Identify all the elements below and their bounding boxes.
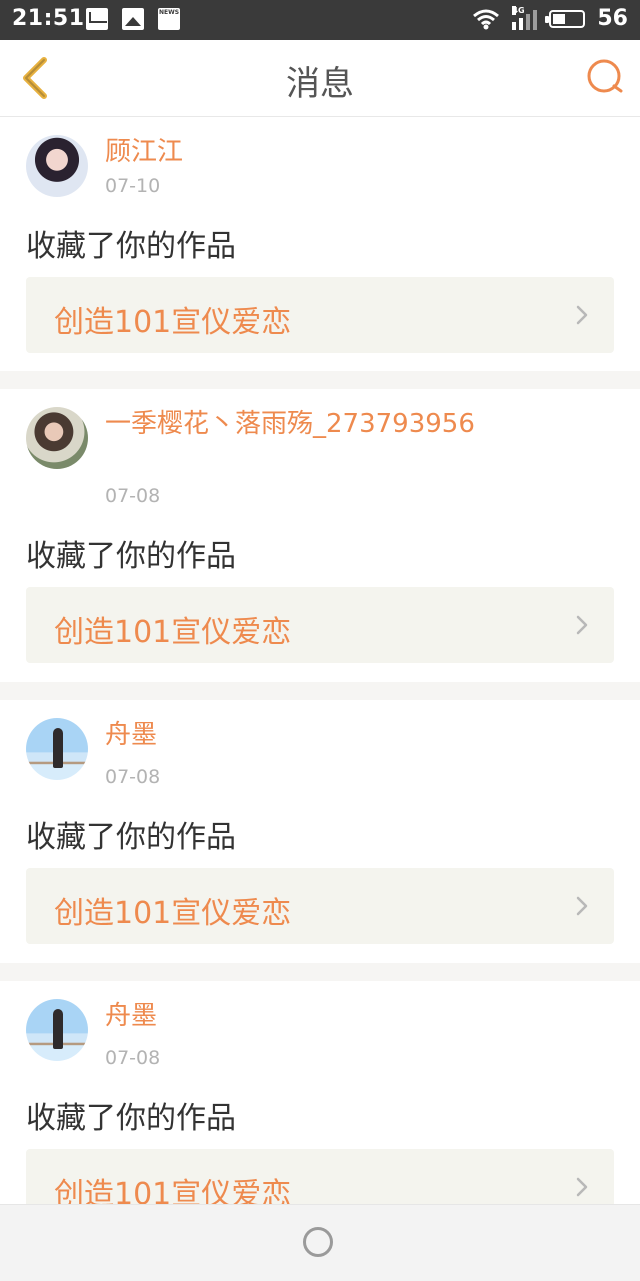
divider	[0, 371, 640, 389]
mail-icon	[86, 8, 108, 30]
message-date: 07-08	[105, 766, 161, 788]
message-action: 收藏了你的作品	[26, 820, 236, 855]
chevron-right-icon	[572, 892, 592, 920]
work-title: 创造101宣仪爱恋	[54, 896, 292, 931]
message-list[interactable]: 顾江江 07-10 收藏了你的作品 创造101宣仪爱恋 一季樱花丶落雨殇_273…	[0, 117, 640, 1204]
image-icon	[122, 8, 144, 30]
message-card: 舟墨 07-08 收藏了你的作品 创造101宣仪爱恋	[0, 700, 640, 963]
network-label: 4G	[512, 5, 525, 15]
battery-level: 56	[597, 6, 628, 31]
chevron-right-icon	[572, 1173, 592, 1201]
work-link[interactable]: 创造101宣仪爱恋	[26, 868, 614, 944]
divider	[0, 682, 640, 700]
message-date: 07-10	[105, 175, 161, 197]
message-card: 一季樱花丶落雨殇_273793956 07-08 收藏了你的作品 创造101宣仪…	[0, 389, 640, 682]
home-button[interactable]	[303, 1227, 333, 1257]
user-name[interactable]: 一季樱花丶落雨殇_273793956	[105, 409, 545, 439]
work-link[interactable]: 创造101宣仪爱恋	[26, 1149, 614, 1204]
chevron-right-icon	[572, 301, 592, 329]
status-bar: 21:51 NEWS 4G 56	[0, 0, 640, 40]
divider	[0, 963, 640, 981]
chevron-right-icon	[572, 611, 592, 639]
message-action: 收藏了你的作品	[26, 229, 236, 264]
header-bar: 消息	[0, 40, 640, 117]
system-nav-bar	[0, 1204, 640, 1281]
avatar[interactable]	[26, 718, 88, 780]
message-action: 收藏了你的作品	[26, 539, 236, 574]
battery-icon	[545, 9, 586, 28]
user-name[interactable]: 顾江江	[105, 137, 545, 167]
work-title: 创造101宣仪爱恋	[54, 1177, 292, 1204]
notification-icons: NEWS	[86, 8, 180, 30]
message-action: 收藏了你的作品	[26, 1101, 236, 1136]
message-card: 顾江江 07-10 收藏了你的作品 创造101宣仪爱恋	[0, 117, 640, 371]
status-time: 21:51	[12, 6, 85, 31]
work-title: 创造101宣仪爱恋	[54, 305, 292, 340]
search-button[interactable]	[584, 56, 626, 98]
user-name[interactable]: 舟墨	[105, 720, 545, 750]
message-date: 07-08	[105, 1047, 161, 1069]
user-name[interactable]: 舟墨	[105, 1001, 545, 1031]
avatar[interactable]	[26, 407, 88, 469]
work-title: 创造101宣仪爱恋	[54, 615, 292, 650]
search-icon	[587, 59, 623, 93]
avatar[interactable]	[26, 135, 88, 197]
message-date: 07-08	[105, 485, 161, 507]
avatar[interactable]	[26, 999, 88, 1061]
message-card: 舟墨 07-08 收藏了你的作品 创造101宣仪爱恋	[0, 981, 640, 1204]
work-link[interactable]: 创造101宣仪爱恋	[26, 277, 614, 353]
wifi-icon	[472, 8, 500, 30]
status-right: 4G 56	[472, 5, 628, 31]
work-link[interactable]: 创造101宣仪爱恋	[26, 587, 614, 663]
news-icon: NEWS	[158, 8, 180, 30]
signal-icon: 4G	[512, 5, 538, 30]
page-title: 消息	[286, 64, 354, 104]
